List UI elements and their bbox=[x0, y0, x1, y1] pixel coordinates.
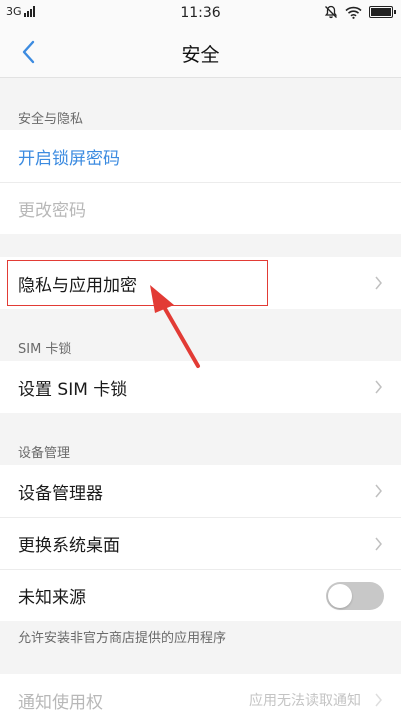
item-label: 开启锁屏密码 bbox=[18, 148, 120, 169]
mute-icon bbox=[324, 5, 338, 19]
group-security-privacy: 开启锁屏密码 更改密码 bbox=[0, 130, 401, 234]
chevron-right-icon bbox=[375, 537, 382, 551]
notification-access-value: 应用无法读取通知 bbox=[249, 693, 361, 709]
group-sim-lock: 设置 SIM 卡锁 bbox=[0, 361, 401, 413]
title-bar: 安全 bbox=[0, 26, 401, 78]
item-label: 设置 SIM 卡锁 bbox=[18, 379, 128, 400]
status-icons bbox=[324, 5, 396, 19]
annotation-highlight-box bbox=[7, 260, 268, 306]
status-bar: 3G 11:36 bbox=[0, 0, 401, 26]
set-sim-lock-item[interactable]: 设置 SIM 卡锁 bbox=[0, 361, 401, 413]
group-notification-access: 通知使用权 应用无法读取通知 bbox=[0, 674, 401, 714]
device-manager-item[interactable]: 设备管理器 bbox=[0, 465, 401, 517]
item-label: 未知来源 bbox=[18, 588, 86, 608]
item-label: 更改密码 bbox=[18, 201, 86, 221]
toggle-knob bbox=[328, 584, 352, 608]
wifi-icon bbox=[345, 6, 362, 19]
enable-lockscreen-password-item[interactable]: 开启锁屏密码 bbox=[0, 130, 401, 182]
section-label-device-management: 设备管理 bbox=[18, 446, 71, 461]
battery-icon bbox=[369, 6, 396, 18]
item-label: 设备管理器 bbox=[18, 483, 103, 504]
item-label: 更换系统桌面 bbox=[18, 536, 120, 556]
notification-access-item: 通知使用权 应用无法读取通知 bbox=[0, 674, 401, 714]
change-launcher-item[interactable]: 更换系统桌面 bbox=[0, 517, 401, 569]
chevron-right-icon bbox=[375, 380, 382, 394]
unknown-sources-item: 未知来源 bbox=[0, 569, 401, 621]
unknown-sources-description: 允许安装非官方商店提供的应用程序 bbox=[18, 631, 227, 646]
section-label-security-privacy: 安全与隐私 bbox=[18, 112, 84, 127]
chevron-right-icon bbox=[375, 484, 382, 498]
section-label-sim-lock: SIM 卡锁 bbox=[18, 342, 72, 357]
page-title: 安全 bbox=[181, 44, 220, 66]
chevron-right-icon bbox=[375, 693, 382, 707]
item-label: 通知使用权 bbox=[18, 692, 103, 713]
chevron-right-icon bbox=[375, 276, 382, 290]
group-device-management: 设备管理器 更换系统桌面 未知来源 bbox=[0, 465, 401, 621]
unknown-sources-toggle[interactable] bbox=[326, 582, 384, 610]
change-password-item: 更改密码 bbox=[0, 182, 401, 234]
